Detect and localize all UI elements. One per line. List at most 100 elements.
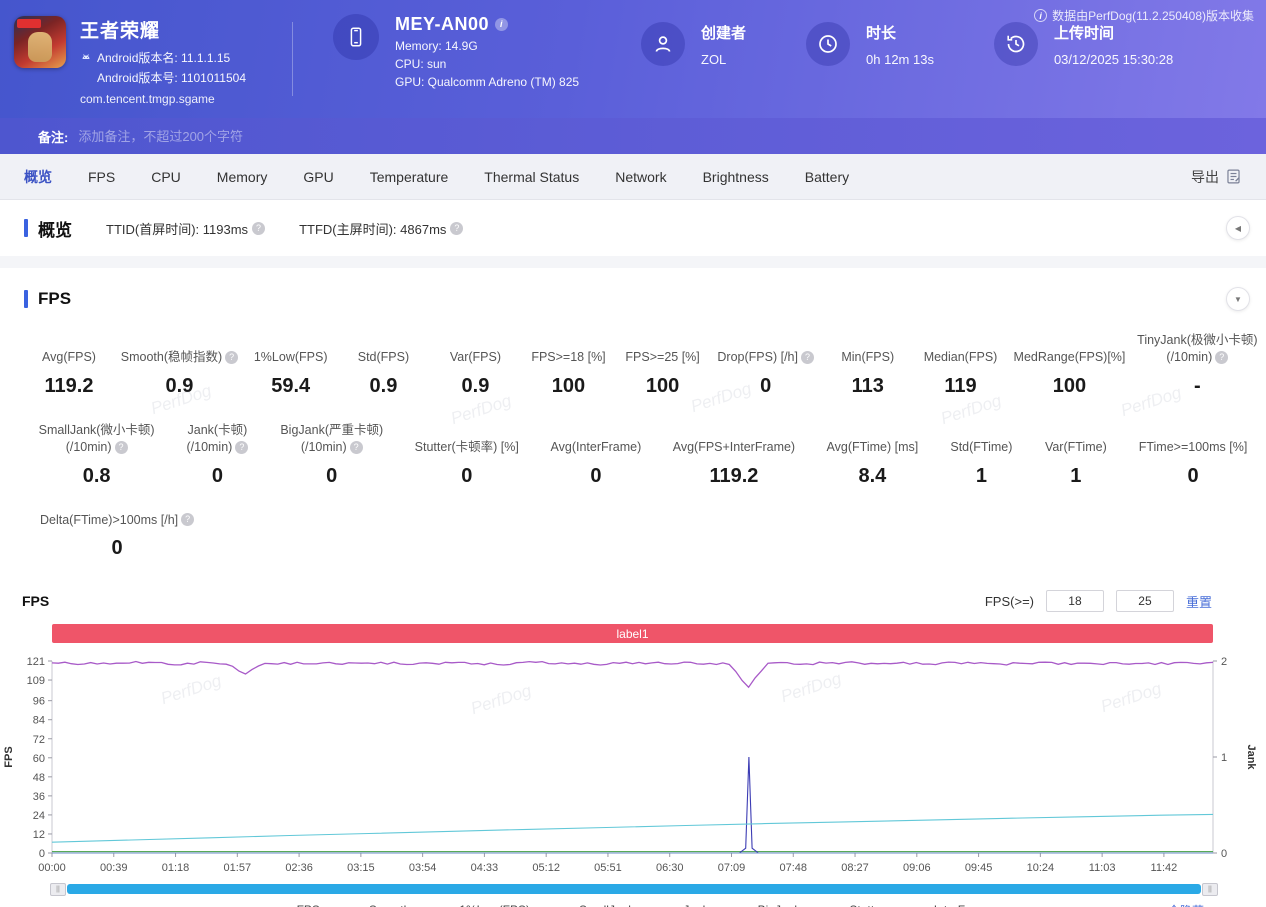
svg-text:Jank: Jank xyxy=(1245,745,1257,771)
upload-time-value: 03/12/2025 15:30:28 xyxy=(1054,52,1173,67)
creator-label: 创建者 xyxy=(701,22,746,43)
tab-Temperature[interactable]: Temperature xyxy=(370,169,449,185)
svg-text:04:33: 04:33 xyxy=(471,862,499,874)
metric-value: 0 xyxy=(760,375,771,398)
metric-Var(FPS): Var(FPS)0.9 xyxy=(446,349,504,398)
svg-text:01:18: 01:18 xyxy=(162,862,190,874)
legend-item-SmallJank[interactable]: SmallJank xyxy=(556,903,634,907)
legend-item-Stutter[interactable]: Stutter xyxy=(826,903,884,907)
metric-value: 0 xyxy=(590,465,601,488)
help-icon[interactable]: ? xyxy=(235,441,248,454)
svg-text:10:24: 10:24 xyxy=(1027,862,1055,874)
device-info-icon[interactable]: i xyxy=(495,18,508,31)
metric-Std(FPS): Std(FPS)0.9 xyxy=(354,349,412,398)
tab-Brightness[interactable]: Brightness xyxy=(703,169,769,185)
overview-collapse-button[interactable]: ◀ xyxy=(1226,216,1250,240)
help-icon[interactable]: ? xyxy=(801,351,814,364)
overview-title: 概览 xyxy=(38,216,72,241)
fps-chart-canvas[interactable]: 1211099684726048362412021000:0000:3901:1… xyxy=(0,643,1266,875)
tab-Network[interactable]: Network xyxy=(615,169,666,185)
help-icon[interactable]: ? xyxy=(115,441,128,454)
legend-item-Smooth[interactable]: Smooth xyxy=(346,903,410,907)
svg-text:02:36: 02:36 xyxy=(285,862,313,874)
help-icon[interactable]: ? xyxy=(181,513,194,526)
fps-threshold-input-2[interactable] xyxy=(1116,590,1174,612)
tab-GPU[interactable]: GPU xyxy=(303,169,333,185)
device-model: MEY-AN00 xyxy=(395,14,489,35)
legend-item-BigJank[interactable]: BigJank xyxy=(735,903,801,907)
svg-text:FPS: FPS xyxy=(3,747,15,768)
legend-item-FPS[interactable]: FPS xyxy=(274,903,320,907)
help-icon[interactable]: ? xyxy=(350,441,363,454)
export-button[interactable]: 导出 xyxy=(1191,167,1242,187)
device-gpu: GPU: Qualcomm Adreno (TM) 825 xyxy=(395,75,579,89)
note-label: 备注: xyxy=(38,127,68,146)
note-input[interactable] xyxy=(78,129,498,144)
fps-filter-label: FPS(>=) xyxy=(985,594,1034,609)
game-title: 王者荣耀 xyxy=(80,16,246,43)
info-icon: i xyxy=(1034,9,1047,22)
overview-stat: TTFD(主屏时间): 4867ms? xyxy=(299,219,463,238)
metric-value: 100 xyxy=(646,375,679,398)
tab-Memory[interactable]: Memory xyxy=(217,169,268,185)
metric-SmallJank(微小卡顿): SmallJank(微小卡顿)(/10min)?0.8 xyxy=(40,422,153,488)
svg-text:1: 1 xyxy=(1221,752,1227,764)
svg-text:0: 0 xyxy=(1221,848,1227,860)
user-icon xyxy=(651,32,675,56)
metric-value: 113 xyxy=(852,375,884,398)
tab-Thermal Status[interactable]: Thermal Status xyxy=(484,169,579,185)
fps-title: FPS xyxy=(38,289,71,309)
tab-CPU[interactable]: CPU xyxy=(151,169,181,185)
scrollbar-left-handle[interactable]: || xyxy=(50,883,66,896)
duration-block: 时长 0h 12m 13s xyxy=(806,0,934,118)
duration-label: 时长 xyxy=(866,22,934,43)
metric-MedRange(FPS)[%]: MedRange(FPS)[%]100 xyxy=(1024,349,1114,398)
metric-Min(FPS): Min(FPS)113 xyxy=(839,349,897,398)
metric-Median(FPS): Median(FPS)119 xyxy=(931,349,991,398)
help-icon[interactable]: ? xyxy=(1215,351,1228,364)
svg-text:05:51: 05:51 xyxy=(594,862,622,874)
svg-text:36: 36 xyxy=(33,791,45,803)
help-icon[interactable]: ? xyxy=(252,222,265,235)
metric-Std(FTime): Std(FTime)1 xyxy=(951,439,1012,488)
game-icon-badge xyxy=(17,19,41,28)
device-cpu: CPU: sun xyxy=(395,57,579,71)
fps-threshold-input-1[interactable] xyxy=(1046,590,1104,612)
duration-value: 0h 12m 13s xyxy=(866,52,934,67)
overview-stat: TTID(首屏时间): 1193ms? xyxy=(106,219,265,238)
metric-Smooth(稳帧指数): Smooth(稳帧指数)?0.9 xyxy=(132,349,227,398)
svg-text:72: 72 xyxy=(33,734,45,746)
legend-item-Jank[interactable]: Jank xyxy=(660,903,708,907)
help-icon[interactable]: ? xyxy=(225,351,238,364)
hide-all-link[interactable]: 全隐藏 xyxy=(1168,902,1204,907)
tab-FPS[interactable]: FPS xyxy=(88,169,115,185)
svg-text:96: 96 xyxy=(33,696,45,708)
svg-text:11:42: 11:42 xyxy=(1151,862,1178,874)
scrollbar-right-handle[interactable]: || xyxy=(1202,883,1218,896)
svg-text:60: 60 xyxy=(33,753,45,765)
metric-Avg(FPS): Avg(FPS)119.2 xyxy=(40,349,98,398)
metric-Stutter(卡顿率) [%]: Stutter(卡顿率) [%]0 xyxy=(416,439,518,488)
tab-bar: 概览 FPS CPU Memory GPU Temperature Thermal Stat… xyxy=(0,154,1266,200)
device-memory: Memory: 14.9G xyxy=(395,39,579,53)
overview-section: 概览 TTID(首屏时间): 1193ms? TTFD(主屏时间): 4867ms… xyxy=(0,200,1266,256)
legend-item-1%Low(FPS)[interactable]: 1%Low(FPS) xyxy=(436,903,530,907)
svg-text:121: 121 xyxy=(27,656,45,668)
chart-region-banner[interactable]: label1 xyxy=(52,624,1213,643)
help-icon[interactable]: ? xyxy=(450,222,463,235)
metric-value: - xyxy=(1194,375,1201,398)
svg-text:0: 0 xyxy=(39,848,45,860)
reset-link[interactable]: 重置 xyxy=(1186,592,1212,611)
fps-collapse-button[interactable]: ▼ xyxy=(1226,287,1250,311)
metric-Delta(FTime)>100ms [/h]: Delta(FTime)>100ms [/h]?0 xyxy=(40,512,194,561)
scrollbar-track[interactable] xyxy=(67,884,1201,894)
metric-value: 0.8 xyxy=(83,465,111,488)
metric-value: 0.9 xyxy=(166,375,194,398)
tab-Battery[interactable]: Battery xyxy=(805,169,849,185)
tab-概览[interactable]: 概览 xyxy=(24,167,52,187)
creator-value: ZOL xyxy=(701,52,746,67)
metric-FTime>=100ms [%]: FTime>=100ms [%]0 xyxy=(1140,439,1246,488)
legend-item-InterFrame[interactable]: InterFrame xyxy=(911,903,993,907)
svg-text:48: 48 xyxy=(33,772,45,784)
metric-value: 119 xyxy=(944,375,976,398)
